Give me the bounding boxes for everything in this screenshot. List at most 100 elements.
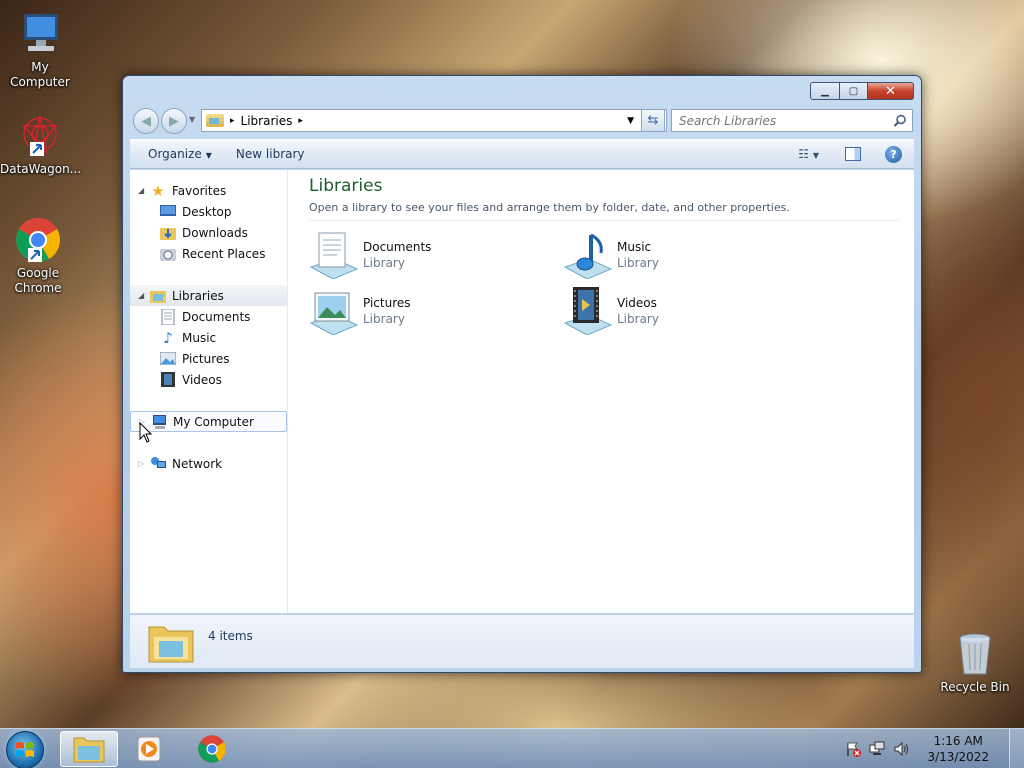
command-bar: Organize ▼ New library ☷ ▼ ? (130, 139, 914, 169)
desktop-icon-label: DataWagon... (0, 162, 82, 176)
nav-label: Videos (182, 372, 222, 387)
nav-label: Favorites (172, 183, 227, 198)
star-icon: ★ (151, 181, 165, 200)
nav-label: Music (182, 330, 217, 345)
new-library-button[interactable]: New library (224, 147, 317, 161)
library-type: Library (617, 311, 659, 326)
recent-pages-dropdown[interactable]: ▼ (189, 115, 195, 124)
system-tray: 1:16 AM 3/13/2022 (841, 729, 1024, 768)
minimize-button[interactable]: ▁ (810, 82, 840, 100)
taskbar: 1:16 AM 3/13/2022 (0, 728, 1024, 768)
address-bar[interactable]: ▸ Libraries ▸ ▼ (201, 109, 667, 132)
nav-network[interactable]: ▷ Network (130, 453, 287, 474)
navigation-bar: ◀ ▶ ▼ ▸ Libraries ▸ ▼ ⇆ (131, 106, 913, 134)
documents-library-icon (309, 231, 359, 280)
music-note-icon: ♪ (163, 328, 173, 347)
downloads-folder-icon (160, 225, 176, 241)
action-center-flag-icon[interactable] (844, 741, 862, 757)
close-button[interactable]: ✕ (868, 82, 914, 100)
start-button[interactable] (6, 731, 44, 768)
documents-icon (160, 308, 176, 325)
maximize-button[interactable]: ▢ (840, 82, 868, 100)
music-library-icon (563, 231, 613, 280)
navigation-pane[interactable]: ◢ ★ Favorites Desktop Downloads Recent P… (130, 170, 288, 613)
mouse-cursor-icon (139, 422, 153, 443)
desktop-icon-datawagon[interactable]: DataWagon... (0, 112, 82, 177)
show-desktop-button[interactable] (1009, 729, 1024, 768)
nav-label: Network (172, 456, 223, 471)
clock[interactable]: 1:16 AM 3/13/2022 (913, 733, 1009, 765)
network-status-icon[interactable] (868, 741, 886, 757)
page-subtitle: Open a library to see your files and arr… (309, 201, 790, 214)
clock-date: 3/13/2022 (927, 750, 989, 764)
nav-label: Recent Places (182, 246, 266, 261)
nav-libraries[interactable]: ◢ Libraries (130, 285, 287, 306)
preview-pane-button[interactable] (845, 147, 861, 161)
expand-arrow-icon[interactable]: ◢ (138, 186, 144, 195)
library-item-videos[interactable]: Videos Library (563, 286, 793, 336)
forward-button[interactable]: ▶ (161, 108, 187, 134)
breadcrumb-separator-icon[interactable]: ▸ (230, 116, 235, 126)
volume-icon[interactable] (892, 741, 910, 757)
address-dropdown-icon[interactable]: ▼ (627, 116, 634, 126)
item-count: 4 items (208, 628, 253, 643)
organize-button[interactable]: Organize ▼ (130, 147, 224, 161)
datawagon-icon (16, 112, 64, 160)
desktop-icon-recycle-bin[interactable]: Recycle Bin (935, 630, 1015, 695)
chrome-icon (14, 216, 62, 264)
libraries-folder-icon (148, 621, 194, 663)
library-item-pictures[interactable]: Pictures Library (309, 286, 539, 336)
maximize-icon: ▢ (848, 85, 859, 97)
computer-icon (16, 10, 64, 58)
organize-label: Organize (148, 147, 202, 161)
library-item-music[interactable]: Music Library (563, 230, 793, 280)
nav-favorites[interactable]: ◢ ★ Favorites (130, 180, 287, 201)
chrome-icon (198, 735, 226, 763)
expand-arrow-icon[interactable]: ▷ (138, 459, 144, 468)
explorer-window[interactable]: ▁ ▢ ✕ ◀ ▶ ▼ ▸ Libraries ▸ ▼ ⇆ Organize▼ … (122, 75, 922, 673)
nav-pictures[interactable]: Pictures (130, 348, 287, 369)
nav-downloads[interactable]: Downloads (130, 222, 287, 243)
videos-icon (160, 372, 176, 388)
nav-label: Desktop (182, 204, 232, 219)
change-view-button[interactable]: ☷ ▼ (798, 147, 819, 161)
library-type: Library (363, 311, 405, 326)
back-button[interactable]: ◀ (133, 108, 159, 134)
media-player-icon (137, 736, 161, 762)
breadcrumb-chevron-icon[interactable]: ▸ (298, 116, 303, 126)
help-button[interactable]: ? (885, 145, 902, 163)
libraries-icon (150, 288, 166, 304)
search-icon (893, 114, 906, 127)
nav-label: Documents (182, 309, 251, 324)
pictures-library-icon (309, 287, 359, 336)
nav-videos[interactable]: Videos (130, 369, 287, 390)
nav-recent-places[interactable]: Recent Places (130, 243, 287, 264)
taskbar-media-player-button[interactable] (120, 731, 178, 767)
videos-library-icon (563, 287, 613, 336)
library-name: Music (617, 239, 652, 254)
page-title: Libraries (309, 176, 383, 196)
search-box[interactable] (671, 109, 913, 132)
library-item-documents[interactable]: Documents Library (309, 230, 539, 280)
refresh-button[interactable]: ⇆ (641, 109, 665, 132)
search-input[interactable] (672, 113, 893, 128)
desktop-icon (160, 204, 176, 220)
nav-label: My Computer (173, 414, 254, 429)
taskbar-explorer-button[interactable] (60, 731, 118, 767)
taskbar-chrome-button[interactable] (183, 731, 241, 767)
minimize-icon: ▁ (821, 85, 829, 97)
desktop-icon-google-chrome[interactable]: Google Chrome (0, 216, 78, 296)
nav-music[interactable]: ♪ Music (130, 327, 287, 348)
chevron-down-icon: ▼ (812, 151, 819, 160)
nav-my-computer[interactable]: ▷ My Computer (130, 411, 287, 432)
explorer-body: ◢ ★ Favorites Desktop Downloads Recent P… (130, 170, 914, 613)
content-pane: Libraries Open a library to see your fil… (300, 170, 914, 613)
expand-arrow-icon[interactable]: ◢ (138, 291, 144, 300)
desktop-icon-label: My Computer (10, 60, 70, 89)
nav-desktop[interactable]: Desktop (130, 201, 287, 222)
breadcrumb-libraries[interactable]: Libraries (241, 114, 293, 128)
desktop-icon-my-computer[interactable]: My Computer (0, 10, 80, 90)
library-name: Documents (363, 239, 432, 254)
nav-documents[interactable]: Documents (130, 306, 287, 327)
details-pane: 4 items (130, 614, 914, 668)
